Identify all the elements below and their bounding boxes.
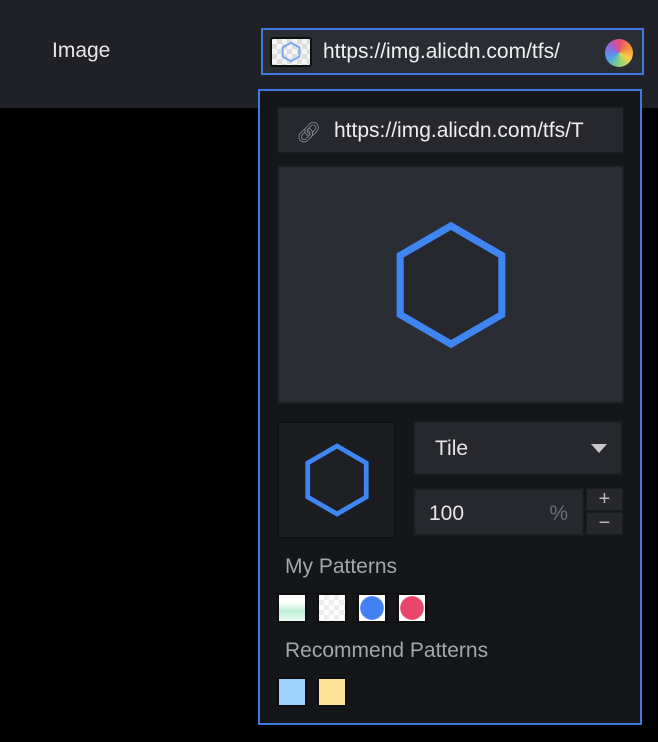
image-thumbnail[interactable] bbox=[270, 37, 312, 67]
pattern-swatch-light-yellow[interactable] bbox=[317, 677, 347, 707]
property-label: Image bbox=[52, 39, 111, 62]
my-patterns-title: My Patterns bbox=[285, 555, 398, 578]
url-input[interactable]: 🔗︎ https://img.alicdn.com/tfs/T bbox=[277, 107, 624, 153]
chevron-down-icon bbox=[591, 444, 607, 453]
scale-unit: % bbox=[549, 502, 568, 525]
pattern-swatch-red[interactable] bbox=[397, 593, 427, 623]
decrement-button[interactable]: − bbox=[586, 512, 623, 535]
scale-input[interactable]: 100 % bbox=[413, 488, 584, 536]
url-input-value: https://img.alicdn.com/tfs/T bbox=[334, 119, 584, 142]
hexagon-thumbnail-icon bbox=[304, 443, 369, 517]
fill-mode-value: Tile bbox=[435, 437, 469, 460]
link-icon: 🔗︎ bbox=[296, 122, 322, 144]
pattern-swatch-green[interactable] bbox=[277, 593, 307, 623]
fill-mode-select[interactable]: Tile bbox=[413, 421, 623, 475]
scale-value: 100 bbox=[429, 502, 465, 525]
hexagon-preview-icon bbox=[396, 221, 505, 348]
pattern-swatch-blue[interactable] bbox=[357, 593, 387, 623]
image-url-value: https://img.alicdn.com/tfs/ bbox=[323, 40, 560, 63]
image-picker-popover: 🔗︎ https://img.alicdn.com/tfs/T Tile 100… bbox=[258, 89, 642, 725]
image-field[interactable]: https://img.alicdn.com/tfs/ bbox=[261, 28, 644, 75]
pattern-thumbnail bbox=[277, 421, 396, 539]
image-preview bbox=[277, 165, 624, 404]
color-wheel-icon[interactable] bbox=[605, 39, 633, 67]
pattern-swatch-white[interactable] bbox=[317, 593, 347, 623]
hexagon-icon bbox=[281, 41, 301, 63]
recommend-patterns-title: Recommend Patterns bbox=[285, 639, 489, 662]
pattern-swatch-light-blue[interactable] bbox=[277, 677, 307, 707]
increment-button[interactable]: + bbox=[586, 488, 623, 511]
